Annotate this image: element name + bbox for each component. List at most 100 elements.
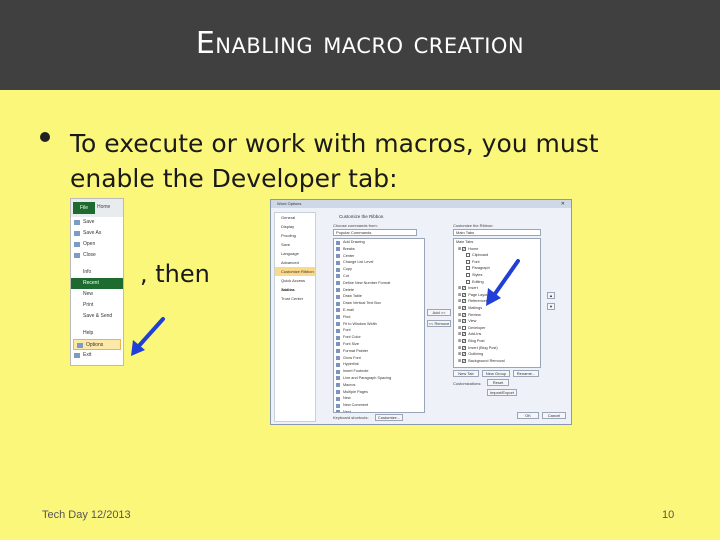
cancel-button[interactable]: Cancel	[542, 412, 566, 419]
ribbon-tab-label: Insert	[468, 286, 478, 291]
tab-checkbox[interactable]	[462, 312, 467, 318]
tab-checkbox[interactable]	[462, 338, 467, 345]
command-item[interactable]: Font Size	[334, 341, 424, 348]
command-item[interactable]: Breaks	[334, 246, 424, 253]
options-nav-item[interactable]: Add-Ins	[275, 285, 315, 294]
reset-button[interactable]: Reset	[487, 379, 509, 386]
tab-checkbox[interactable]	[462, 298, 467, 305]
tab-checkbox[interactable]	[466, 279, 470, 284]
backstage-item-label: Open	[83, 241, 96, 247]
backstage-item[interactable]: Recent	[71, 278, 123, 289]
commands-list[interactable]: Add Drawing Breaks Center Change List Level…	[333, 238, 425, 413]
options-nav-item[interactable]: Trust Center	[275, 294, 315, 303]
command-item[interactable]: Hyperlink	[334, 361, 424, 368]
ribbon-tab-item[interactable]: ⊞ Background Removal	[454, 358, 540, 365]
command-item[interactable]: Multiple Pages	[334, 389, 424, 396]
options-nav-item[interactable]: Proofing	[275, 231, 315, 240]
command-item[interactable]: Insert Footnote	[334, 368, 424, 375]
ok-button[interactable]: OK	[517, 412, 539, 419]
tab-checkbox[interactable]	[462, 358, 467, 364]
options-nav-item[interactable]: Save	[275, 240, 315, 249]
ribbon-tab-item[interactable]: ⊞ Blog Post	[454, 338, 540, 345]
tab-checkbox[interactable]	[466, 259, 470, 264]
backstage-item[interactable]: Options	[73, 339, 121, 350]
close-icon[interactable]: ✕	[561, 200, 565, 208]
backstage-item[interactable]: Save As	[71, 228, 123, 239]
backstage-item[interactable]: Help	[71, 328, 123, 339]
command-item[interactable]: Macros	[334, 382, 424, 389]
command-item[interactable]: Center	[334, 253, 424, 260]
ribbon-tab-label: Font	[472, 259, 480, 264]
ribbon-tab-item[interactable]: ⊞ Review	[454, 312, 540, 319]
backstage-item[interactable]: Save	[71, 217, 123, 228]
options-nav-item[interactable]: Language	[275, 249, 315, 258]
command-item[interactable]: E-mail	[334, 307, 424, 314]
tab-checkbox[interactable]	[466, 272, 470, 277]
backstage-item[interactable]: New	[71, 289, 123, 300]
tab-checkbox[interactable]	[462, 305, 467, 312]
import-export-button[interactable]: Import/Export	[487, 389, 517, 396]
command-item[interactable]: Next	[334, 409, 424, 412]
command-item[interactable]: Line and Paragraph Spacing	[334, 375, 424, 382]
move-up-button[interactable]: ▲	[547, 292, 555, 299]
options-nav-item[interactable]: General	[275, 213, 315, 222]
new-tab-button[interactable]: New Tab	[453, 370, 479, 377]
tab-checkbox[interactable]	[466, 253, 470, 258]
tab-checkbox[interactable]	[462, 292, 467, 298]
ribbon-tab-item[interactable]: ⊞ View	[454, 318, 540, 325]
backstage-item[interactable]: Save & Send	[71, 311, 123, 322]
options-nav-item[interactable]: Advanced	[275, 258, 315, 267]
ribbon-tab-label: View	[468, 319, 477, 324]
home-tab[interactable]: Home	[97, 204, 110, 210]
backstage-item[interactable]: Open	[71, 239, 123, 250]
choose-commands-select[interactable]: Popular Commands	[333, 229, 417, 236]
backstage-item[interactable]: Print	[71, 300, 123, 311]
ribbon-tab-label: Blog Post	[468, 338, 485, 343]
command-item[interactable]: Format Painter	[334, 348, 424, 355]
customize-ribbon-label: Customize the Ribbon:	[453, 223, 494, 228]
command-item[interactable]: Delete	[334, 287, 424, 294]
move-down-button[interactable]: ▼	[547, 303, 555, 310]
tab-checkbox[interactable]	[462, 331, 467, 338]
new-group-button[interactable]: New Group	[482, 370, 510, 377]
customize-shortcuts-button[interactable]: Customize...	[375, 414, 403, 421]
tab-checkbox[interactable]	[462, 325, 467, 330]
ribbon-tab-item[interactable]: ⊞ Developer	[454, 325, 540, 332]
backstage-item[interactable]: Exit	[71, 350, 123, 361]
add-button[interactable]: Add >>	[427, 309, 451, 316]
command-item[interactable]: Draw Table	[334, 293, 424, 300]
tab-checkbox[interactable]	[462, 285, 467, 292]
backstage-list: Save Save As Open Close Info Recent New Print Sa…	[71, 217, 123, 361]
customize-ribbon-select[interactable]: Main Tabs	[453, 229, 541, 236]
options-nav-item[interactable]: Quick Access Toolbar	[275, 276, 315, 292]
command-item[interactable]: Fit to Window Width	[334, 321, 424, 328]
backstage-item[interactable]: Info	[71, 267, 123, 278]
ribbon-tab-item[interactable]: ⊞ Home	[454, 246, 540, 253]
tab-checkbox[interactable]	[462, 351, 467, 358]
command-item[interactable]: Find	[334, 314, 424, 321]
remove-button[interactable]: << Remove	[427, 320, 451, 327]
command-item[interactable]: Cut	[334, 273, 424, 280]
ribbon-tab-item[interactable]: ⊞ Add-Ins	[454, 331, 540, 338]
options-nav-item[interactable]: Display	[275, 222, 315, 231]
file-tab[interactable]: File	[73, 202, 95, 214]
command-item[interactable]: Grow Font	[334, 355, 424, 362]
tab-checkbox[interactable]	[466, 266, 470, 271]
tab-checkbox[interactable]	[462, 318, 467, 325]
command-item[interactable]: Font Color	[334, 334, 424, 341]
command-item[interactable]: Define New Number Format	[334, 280, 424, 287]
ribbon-tab-item[interactable]: ⊞ Outlining	[454, 351, 540, 358]
command-item[interactable]: New	[334, 395, 424, 402]
command-item[interactable]: Font	[334, 327, 424, 334]
tab-checkbox[interactable]	[462, 345, 467, 351]
rename-button[interactable]: Rename...	[513, 370, 539, 377]
command-item[interactable]: New Comment	[334, 402, 424, 409]
command-item[interactable]: Draw Vertical Text Box	[334, 300, 424, 307]
options-nav-item[interactable]: Customize Ribbon	[275, 267, 315, 276]
ribbon-tab-item[interactable]: ⊞ Insert (Blog Post)	[454, 345, 540, 352]
command-item[interactable]: Copy	[334, 266, 424, 273]
command-item[interactable]: Add Drawing	[334, 239, 424, 246]
backstage-item[interactable]: Close	[71, 250, 123, 261]
tab-checkbox[interactable]	[462, 246, 467, 252]
command-item[interactable]: Change List Level	[334, 259, 424, 266]
